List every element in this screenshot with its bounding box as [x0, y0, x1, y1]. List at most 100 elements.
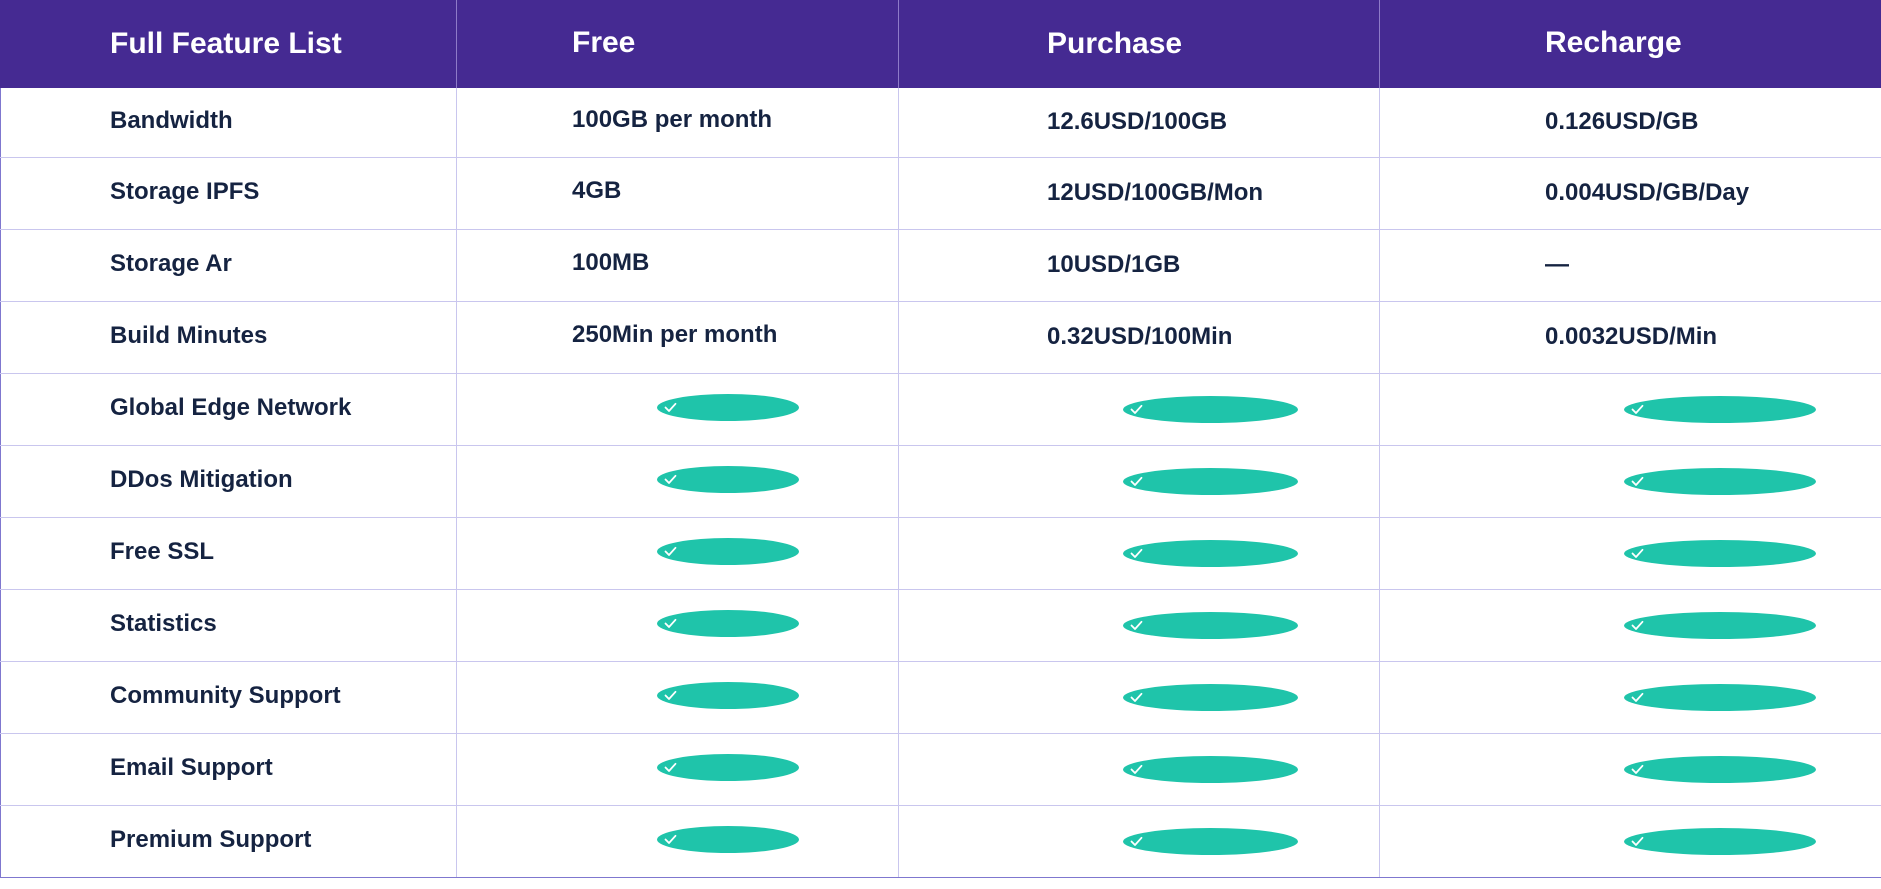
table-header-row: Full Feature List Free Purchase Recharge — [0, 0, 1881, 88]
recharge-check-cell — [1379, 805, 1881, 878]
header-free: Free — [456, 0, 899, 88]
feature-name-cell: Global Edge Network — [0, 373, 457, 446]
purchase-check-cell — [898, 661, 1380, 734]
feature-name: Community Support — [110, 682, 341, 709]
check-circle-icon — [1123, 755, 1298, 783]
feature-name-cell: DDos Mitigation — [0, 445, 457, 518]
purchase-value-cell: 0.32USD/100Min — [898, 301, 1380, 374]
purchase-check-cell — [898, 805, 1380, 878]
check-circle-icon — [657, 681, 799, 709]
pricing-table-container: Full Feature List Free Purchase Recharge… — [0, 0, 1881, 889]
table-row: Build Minutes 250Min per month 0.32USD/1… — [0, 301, 1881, 374]
feature-name: Email Support — [110, 754, 273, 781]
check-circle-icon — [1624, 827, 1816, 855]
free-value-cell: 100GB per month — [456, 88, 899, 158]
check-circle-icon — [1123, 683, 1298, 711]
header-purchase: Purchase — [898, 0, 1380, 88]
feature-name: Free SSL — [110, 538, 215, 565]
free-value-cell: 4GB — [456, 157, 899, 230]
feature-name: DDos Mitigation — [110, 466, 293, 493]
free-check-cell — [456, 445, 899, 518]
feature-name-cell: Build Minutes — [0, 301, 457, 374]
feature-comparison-table: Full Feature List Free Purchase Recharge… — [0, 0, 1881, 878]
feature-name-cell: Email Support — [0, 733, 457, 806]
table-row: Free SSL — [0, 517, 1881, 590]
free-value: 4GB — [572, 177, 622, 204]
free-check-cell — [456, 373, 899, 446]
check-circle-icon — [1123, 539, 1298, 567]
check-circle-icon — [1123, 467, 1298, 495]
check-circle-icon — [657, 753, 799, 781]
check-circle-icon — [657, 393, 799, 421]
check-circle-icon — [1624, 755, 1816, 783]
recharge-check-cell — [1379, 445, 1881, 518]
recharge-check-cell — [1379, 661, 1881, 734]
purchase-check-cell — [898, 589, 1380, 662]
free-value-cell: 100MB — [456, 229, 899, 302]
feature-name-cell: Free SSL — [0, 517, 457, 590]
check-circle-icon — [657, 609, 799, 637]
recharge-value-cell: 0.0032USD/Min — [1379, 301, 1881, 374]
check-circle-icon — [1624, 539, 1816, 567]
check-circle-icon — [1624, 683, 1816, 711]
header-recharge: Recharge — [1379, 0, 1881, 88]
table-row: Email Support — [0, 733, 1881, 806]
recharge-value: 0.004USD/GB/Day — [1545, 179, 1750, 206]
feature-name-cell: Bandwidth — [0, 88, 457, 158]
recharge-check-cell — [1379, 517, 1881, 590]
check-circle-icon — [1123, 611, 1298, 639]
feature-name-cell: Statistics — [0, 589, 457, 662]
purchase-value: 12USD/100GB/Mon — [1047, 179, 1264, 206]
purchase-check-cell — [898, 445, 1380, 518]
recharge-value: 0.0032USD/Min — [1545, 323, 1718, 350]
check-circle-icon — [657, 825, 799, 853]
table-row: Community Support — [0, 661, 1881, 734]
table-row: Storage Ar 100MB 10USD/1GB — — [0, 229, 1881, 302]
purchase-value: 10USD/1GB — [1047, 251, 1181, 278]
feature-name: Global Edge Network — [110, 394, 352, 421]
purchase-check-cell — [898, 373, 1380, 446]
free-check-cell — [456, 733, 899, 806]
check-circle-icon — [1624, 395, 1816, 423]
free-value: 250Min per month — [572, 321, 778, 348]
feature-name: Storage Ar — [110, 250, 232, 277]
purchase-value: 0.32USD/100Min — [1047, 323, 1233, 350]
free-check-cell — [456, 589, 899, 662]
free-check-cell — [456, 517, 899, 590]
recharge-value: — — [1545, 251, 1569, 278]
check-circle-icon — [1624, 611, 1816, 639]
check-circle-icon — [1123, 395, 1298, 423]
check-circle-icon — [1123, 827, 1298, 855]
table-row: DDos Mitigation — [0, 445, 1881, 518]
free-value: 100GB per month — [572, 106, 773, 134]
feature-name-cell: Premium Support — [0, 805, 457, 878]
feature-name: Premium Support — [110, 826, 312, 853]
check-circle-icon — [657, 537, 799, 565]
recharge-check-cell — [1379, 733, 1881, 806]
feature-name: Statistics — [110, 610, 217, 637]
recharge-check-cell — [1379, 373, 1881, 446]
free-check-cell — [456, 661, 899, 734]
recharge-value: 0.126USD/GB — [1545, 108, 1699, 136]
feature-name: Bandwidth — [110, 107, 233, 135]
table-row: Storage IPFS 4GB 12USD/100GB/Mon 0.004US… — [0, 157, 1881, 230]
feature-name: Storage IPFS — [110, 178, 260, 205]
recharge-check-cell — [1379, 589, 1881, 662]
purchase-check-cell — [898, 517, 1380, 590]
recharge-value-cell: 0.126USD/GB — [1379, 88, 1881, 158]
free-value: 100MB — [572, 249, 650, 276]
recharge-value-cell: — — [1379, 229, 1881, 302]
feature-name-cell: Storage Ar — [0, 229, 457, 302]
purchase-value-cell: 12.6USD/100GB — [898, 88, 1380, 158]
recharge-value-cell: 0.004USD/GB/Day — [1379, 157, 1881, 230]
purchase-check-cell — [898, 733, 1380, 806]
header-full-feature-list: Full Feature List — [0, 0, 457, 88]
check-circle-icon — [657, 465, 799, 493]
purchase-value-cell: 10USD/1GB — [898, 229, 1380, 302]
free-check-cell — [456, 805, 899, 878]
free-value-cell: 250Min per month — [456, 301, 899, 374]
feature-name-cell: Storage IPFS — [0, 157, 457, 230]
table-row: Global Edge Network — [0, 373, 1881, 446]
table-row: Bandwidth 100GB per month 12.6USD/100GB … — [0, 88, 1881, 158]
feature-name: Build Minutes — [110, 322, 268, 349]
